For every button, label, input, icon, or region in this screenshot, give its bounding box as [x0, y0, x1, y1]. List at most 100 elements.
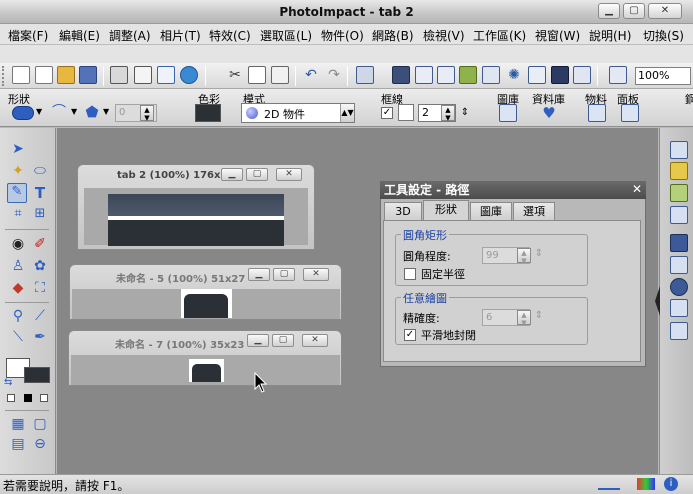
border-color-swatch[interactable]	[398, 104, 414, 121]
pen-tool-icon[interactable]: ✒	[30, 329, 50, 349]
swap-colors-icon[interactable]: ⇆	[4, 377, 12, 388]
doc-maximize-button[interactable]: ▢	[246, 168, 268, 181]
panel-title[interactable]: 工具設定 - 路徑	[380, 181, 646, 199]
play-panel-icon[interactable]	[670, 278, 688, 296]
fixed-radius-checkbox[interactable]	[404, 268, 416, 280]
text-tool-icon[interactable]: T	[30, 184, 50, 204]
image-canvas[interactable]	[108, 194, 284, 246]
eyedropper-tool-icon[interactable]: ⟋	[30, 308, 50, 328]
doc-minimize-button[interactable]: ▁	[247, 334, 269, 347]
menu-effect[interactable]: 特效(C)	[209, 27, 251, 44]
menu-photo[interactable]: 相片(T)	[160, 27, 201, 44]
new-file-icon[interactable]	[12, 66, 30, 84]
magnify-icon[interactable]	[157, 66, 175, 84]
document-canvas[interactable]	[84, 188, 308, 246]
ruler-icon[interactable]	[598, 478, 620, 490]
menu-adjust[interactable]: 調整(A)	[109, 27, 151, 44]
rounded-rect-shape[interactable]	[192, 364, 221, 382]
layer-manager-icon[interactable]	[670, 162, 688, 180]
border-checkbox[interactable]: ✓	[381, 107, 393, 119]
reset-colors-icon[interactable]	[40, 394, 48, 402]
pick-tool-icon[interactable]: ➤	[8, 141, 28, 161]
menu-edit[interactable]: 編輯(E)	[59, 27, 100, 44]
maximize-button[interactable]: ▢	[623, 3, 645, 19]
doc-maximize-button[interactable]: ▢	[272, 334, 294, 347]
transform-tool-icon[interactable]: ⊞	[30, 206, 50, 226]
toolbar-grip[interactable]	[2, 66, 6, 86]
menu-file[interactable]: 檔案(F)	[8, 27, 48, 44]
close-button[interactable]: ✕	[648, 3, 682, 19]
auto-process-icon[interactable]: ✺	[505, 66, 523, 84]
image-canvas[interactable]	[181, 289, 232, 318]
tone-map-icon[interactable]	[528, 66, 546, 84]
menu-web[interactable]: 網路(B)	[372, 27, 414, 44]
tab-body-shape[interactable]	[108, 220, 284, 246]
open-folder-icon[interactable]	[57, 66, 75, 84]
default-black-icon[interactable]	[24, 394, 32, 402]
doc-close-button[interactable]: ✕	[276, 168, 302, 181]
crop-icon[interactable]	[437, 66, 455, 84]
preferences-icon[interactable]	[609, 66, 627, 84]
link-icon[interactable]: ⊖	[30, 436, 50, 456]
polygon-shape-icon[interactable]: ⬟	[83, 104, 101, 120]
zoom-combo[interactable]: 100%	[635, 67, 691, 85]
menu-help[interactable]: 說明(H)	[589, 27, 631, 44]
chevron-down-icon[interactable]: ▼	[36, 107, 42, 116]
new-web-page-icon[interactable]	[35, 66, 53, 84]
library-heart-icon[interactable]: ♥	[540, 104, 558, 122]
eraser-tool-icon[interactable]: ◆	[8, 280, 28, 300]
export-icon[interactable]	[573, 66, 591, 84]
menu-workspace[interactable]: 工作區(K)	[473, 27, 526, 44]
doc-maximize-button[interactable]: ▢	[273, 268, 295, 281]
chevron-down-icon[interactable]: ▼	[71, 107, 77, 116]
mode-combo[interactable]: 2D 物件 ▲▼	[241, 103, 355, 123]
crop-tool-icon[interactable]: ⌗	[8, 206, 28, 226]
frame-tool-icon[interactable]: ▢	[30, 416, 50, 436]
zoom-tool-icon[interactable]: ⚲	[8, 308, 28, 328]
document-window-untitled-5[interactable]: 未命名 - 5 (100%) 51x27 ▁ ▢ ✕	[69, 264, 342, 320]
tab-3d[interactable]: 3D	[384, 202, 422, 220]
panel-icon[interactable]	[621, 104, 639, 122]
ellipse-shape-icon[interactable]	[12, 106, 34, 120]
print-preview-icon[interactable]	[134, 66, 152, 84]
line-tool-icon[interactable]: ⟍	[8, 329, 28, 349]
navigator-icon[interactable]	[670, 206, 688, 224]
tab-shape[interactable]	[108, 194, 284, 216]
smooth-close-checkbox[interactable]: ✓	[404, 329, 416, 341]
path-tool-icon[interactable]: ✎	[7, 183, 27, 203]
doc-minimize-button[interactable]: ▁	[248, 268, 270, 281]
redo-icon[interactable]: ↷	[325, 66, 343, 84]
color-swatch[interactable]	[195, 104, 221, 122]
document-window-tab2[interactable]: tab 2 (100%) 176x52 ▁ ▢ ✕	[77, 164, 315, 250]
path-shape-icon[interactable]: ⌒	[48, 104, 70, 120]
copy-icon[interactable]	[248, 66, 266, 84]
menu-window[interactable]: 視窗(W)	[535, 27, 580, 44]
chevron-down-icon[interactable]: ▲▼	[340, 104, 354, 122]
color-mode-icon[interactable]	[637, 478, 655, 490]
camera-icon[interactable]	[392, 66, 410, 84]
minimize-button[interactable]: ▁	[598, 3, 620, 19]
menu-view[interactable]: 檢視(V)	[423, 27, 465, 44]
doc-close-button[interactable]: ✕	[302, 334, 328, 347]
undo-icon[interactable]: ↶	[302, 66, 320, 84]
capture-icon[interactable]	[415, 66, 433, 84]
border-width-slider[interactable]: ⇕	[458, 104, 472, 121]
background-color-swatch[interactable]	[24, 367, 50, 383]
stamp-tool-icon[interactable]: ♙	[8, 258, 28, 278]
scanner-icon[interactable]	[356, 66, 374, 84]
gallery-icon[interactable]	[499, 104, 517, 122]
rounded-rect-shape[interactable]	[184, 294, 228, 318]
menu-object[interactable]: 物件(O)	[321, 27, 364, 44]
image-icon[interactable]	[459, 66, 477, 84]
preview-icon[interactable]	[670, 322, 688, 340]
grid-icon[interactable]: ▦	[8, 416, 28, 436]
document-canvas[interactable]	[71, 355, 340, 385]
doc-minimize-button[interactable]: ▁	[221, 168, 243, 181]
material-icon[interactable]	[588, 104, 606, 122]
tab-options[interactable]: 選項	[513, 202, 555, 220]
paint-brush-icon[interactable]: ✐	[30, 236, 50, 256]
image-canvas[interactable]	[189, 359, 224, 382]
document-canvas[interactable]	[72, 289, 340, 319]
resize-icon[interactable]	[482, 66, 500, 84]
border-width-spinner[interactable]: ▲ ▼	[441, 105, 455, 122]
